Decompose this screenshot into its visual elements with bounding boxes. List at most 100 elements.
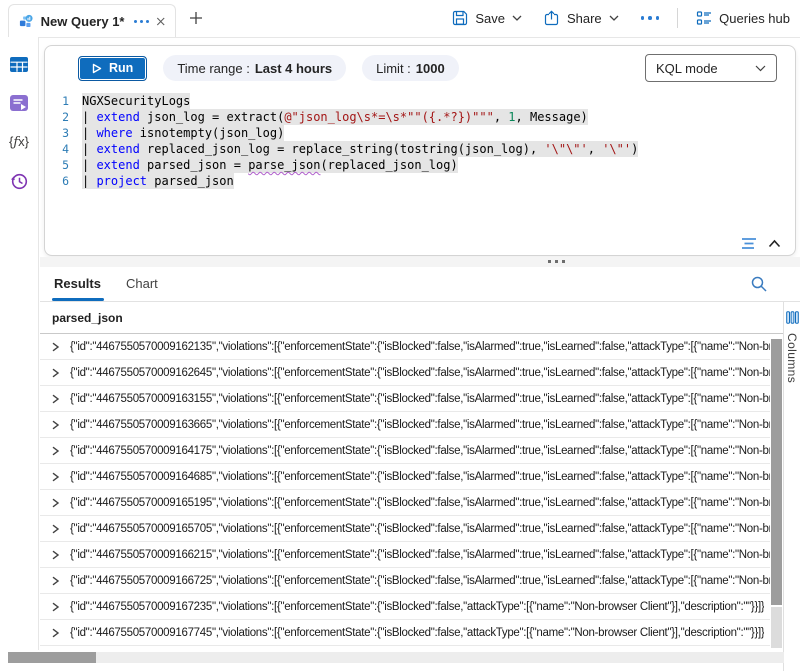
table-row[interactable]: {"id":"4467550570009164685","violations"… — [40, 464, 770, 490]
table-row[interactable]: {"id":"4467550570009162135","violations"… — [40, 334, 770, 360]
results-tab-bar: Results Chart — [40, 269, 800, 302]
table-row[interactable]: {"id":"4467550570009165705","violations"… — [40, 516, 770, 542]
query-editor-card: Run Time range : Last 4 hours Limit : 10… — [44, 45, 796, 256]
table-row[interactable]: {"id":"4467550570009164175","violations"… — [40, 438, 770, 464]
row-expand-chevron-icon[interactable] — [51, 576, 60, 586]
horizontal-scrollbar[interactable] — [8, 652, 784, 663]
row-expand-chevron-icon[interactable] — [51, 498, 60, 508]
code-text: | extend replaced_json_log = replace_str… — [82, 141, 638, 157]
tab-close-icon[interactable] — [156, 16, 166, 27]
row-expand-chevron-icon[interactable] — [51, 342, 60, 352]
share-icon — [544, 10, 560, 26]
play-icon — [92, 63, 102, 74]
columns-side-panel-tab[interactable]: Columns — [783, 302, 800, 671]
kusto-web-explorer: New Query 1* Save — [0, 0, 800, 671]
panel-splitter[interactable] — [40, 257, 800, 267]
query-mode-value: KQL mode — [656, 61, 718, 76]
editor-line[interactable]: 6| project parsed_json — [45, 173, 785, 189]
code-editor[interactable]: 1NGXSecurityLogs2| extend json_log = ext… — [45, 93, 785, 237]
table-row[interactable]: {"id":"4467550570009166725","violations"… — [40, 568, 770, 594]
tab-more-icon[interactable] — [134, 20, 149, 23]
queries-hub-label: Queries hub — [719, 11, 790, 26]
row-expand-chevron-icon[interactable] — [51, 394, 60, 404]
limit-pill[interactable]: Limit : 1000 — [362, 55, 459, 81]
table-icon — [9, 56, 29, 73]
tab-results[interactable]: Results — [54, 276, 101, 291]
query-tab[interactable]: New Query 1* — [8, 4, 176, 37]
queries-hub-button[interactable]: Queries hub — [696, 10, 790, 26]
script-play-icon — [9, 94, 29, 112]
row-expand-chevron-icon[interactable] — [51, 550, 60, 560]
line-number: 2 — [45, 109, 82, 125]
row-expand-chevron-icon[interactable] — [51, 420, 60, 430]
table-row[interactable]: {"id":"4467550570009167745","violations"… — [40, 620, 770, 646]
columns-panel-label: Columns — [785, 333, 799, 383]
line-number: 1 — [45, 93, 82, 109]
row-json-text: {"id":"4467550570009166215","violations"… — [70, 549, 770, 561]
line-number: 4 — [45, 141, 82, 157]
queries-hub-icon — [696, 10, 712, 26]
sidebar-item-functions[interactable]: {fx} — [8, 131, 30, 153]
code-text: | where isnotempty(json_log) — [82, 125, 284, 141]
vertical-scrollbar-thumb[interactable] — [771, 339, 782, 605]
table-row[interactable]: {"id":"4467550570009166215","violations"… — [40, 542, 770, 568]
more-actions-icon[interactable] — [641, 16, 660, 20]
row-expand-chevron-icon[interactable] — [51, 368, 60, 378]
results-rows: {"id":"4467550570009162135","violations"… — [40, 334, 770, 646]
collapse-panel-icon[interactable] — [768, 239, 781, 248]
row-expand-chevron-icon[interactable] — [51, 602, 60, 612]
tab-chart[interactable]: Chart — [126, 276, 158, 291]
column-header-label: parsed_json — [52, 311, 123, 325]
row-json-text: {"id":"4467550570009167235","violations"… — [70, 601, 764, 613]
code-text: | extend parsed_json = parse_json(replac… — [82, 157, 458, 173]
new-tab-button[interactable] — [186, 8, 206, 28]
chevron-down-icon — [512, 15, 522, 21]
history-clock-icon — [9, 171, 29, 191]
row-expand-chevron-icon[interactable] — [51, 628, 60, 638]
code-text: NGXSecurityLogs — [82, 93, 190, 109]
row-json-text: {"id":"4467550570009167745","violations"… — [70, 627, 764, 639]
table-row[interactable]: {"id":"4467550570009163665","violations"… — [40, 412, 770, 438]
line-number: 5 — [45, 157, 82, 173]
format-lines-icon[interactable] — [741, 237, 758, 250]
editor-line[interactable]: 3| where isnotempty(json_log) — [45, 125, 785, 141]
editor-line[interactable]: 2| extend json_log = extract(@"json_log\… — [45, 109, 785, 125]
vertical-scrollbar[interactable] — [770, 334, 783, 648]
columns-icon — [786, 311, 799, 324]
share-label: Share — [567, 11, 602, 26]
chevron-down-icon — [609, 15, 619, 21]
chevron-down-icon — [755, 65, 766, 72]
editor-line[interactable]: 4| extend replaced_json_log = replace_st… — [45, 141, 785, 157]
editor-line[interactable]: 1NGXSecurityLogs — [45, 93, 785, 109]
sidebar-item-saved-scripts[interactable] — [8, 92, 30, 114]
row-json-text: {"id":"4467550570009165705","violations"… — [70, 523, 770, 535]
vertical-scrollbar-track — [771, 607, 782, 648]
table-row[interactable]: {"id":"4467550570009165195","violations"… — [40, 490, 770, 516]
active-tab-indicator — [52, 298, 104, 301]
share-button[interactable]: Share — [544, 10, 619, 26]
functions-fx-icon: {fx} — [9, 134, 29, 150]
results-column-header[interactable]: parsed_json — [40, 303, 784, 334]
table-row[interactable]: {"id":"4467550570009163155","violations"… — [40, 386, 770, 412]
sidebar-item-tables[interactable] — [8, 53, 30, 75]
time-range-pill[interactable]: Time range : Last 4 hours — [163, 55, 346, 81]
row-expand-chevron-icon[interactable] — [51, 446, 60, 456]
code-text: | project parsed_json — [82, 173, 234, 189]
search-results-button[interactable] — [750, 275, 768, 293]
table-row[interactable]: {"id":"4467550570009167235","violations"… — [40, 594, 770, 620]
query-mode-dropdown[interactable]: KQL mode — [645, 54, 777, 82]
row-json-text: {"id":"4467550570009166725","violations"… — [70, 575, 770, 587]
row-expand-chevron-icon[interactable] — [51, 472, 60, 482]
editor-line[interactable]: 5| extend parsed_json = parse_json(repla… — [45, 157, 785, 173]
query-toolbar: Run Time range : Last 4 hours Limit : 10… — [45, 46, 795, 90]
time-range-label: Time range : — [177, 61, 250, 76]
tab-title: New Query 1* — [41, 14, 125, 29]
save-icon — [452, 10, 468, 26]
row-expand-chevron-icon[interactable] — [51, 524, 60, 534]
table-row[interactable]: {"id":"4467550570009162645","violations"… — [40, 360, 770, 386]
save-button[interactable]: Save — [452, 10, 522, 26]
horizontal-scrollbar-thumb[interactable] — [8, 652, 96, 663]
run-button[interactable]: Run — [78, 56, 147, 81]
left-sidebar: {fx} — [0, 37, 39, 671]
sidebar-item-query-history[interactable] — [8, 170, 30, 192]
